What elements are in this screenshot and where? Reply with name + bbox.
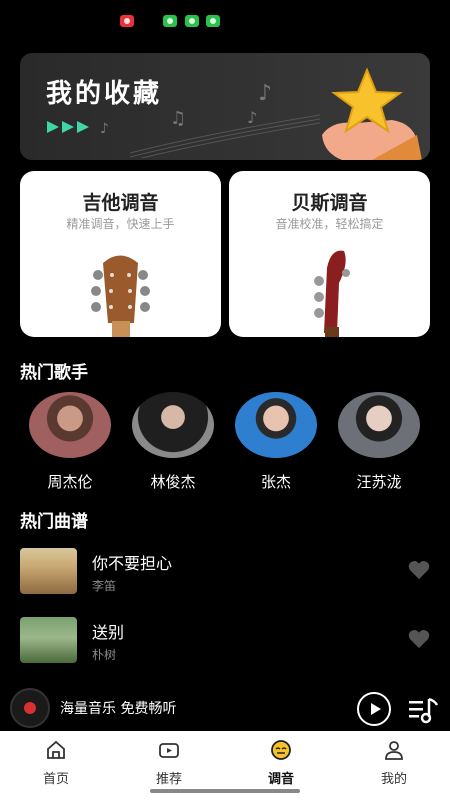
play-button[interactable] (357, 692, 391, 726)
mini-player[interactable]: 海量音乐 免费畅听 (0, 683, 450, 731)
song-item[interactable]: 你不要担心 李笛 (20, 548, 430, 598)
music-note-icon: ♪ (100, 121, 109, 137)
bass-headstock-icon (314, 250, 350, 337)
nav-home[interactable]: 首页 (16, 739, 96, 787)
playlist-icon[interactable] (407, 693, 439, 725)
artist-item[interactable]: 张杰 (234, 392, 318, 492)
artist-item[interactable]: 周杰伦 (28, 392, 112, 492)
user-icon (385, 741, 403, 760)
heart-icon[interactable] (408, 629, 430, 649)
song-cover-image (20, 548, 77, 594)
nav-mine[interactable]: 我的 (354, 739, 434, 787)
nav-recommend[interactable]: 推荐 (129, 739, 209, 787)
nav-label: 调音 (267, 772, 294, 787)
tuner-face-icon (271, 740, 291, 760)
message-notification-icon (163, 15, 177, 27)
home-indicator (150, 789, 300, 793)
avatar (338, 392, 420, 458)
nav-label: 我的 (380, 772, 407, 787)
artist-name: 汪苏泷 (356, 473, 402, 491)
favorites-title: 我的收藏 (46, 79, 163, 109)
song-item[interactable]: 送别 朴树 (20, 617, 430, 667)
music-note-icon: ♪ (247, 108, 258, 127)
player-promo-text: 海量音乐 免费畅听 (60, 701, 177, 717)
bass-tuner-card[interactable]: 贝斯调音 音准校准，轻松搞定 (229, 171, 430, 337)
arrows-icon (47, 121, 89, 133)
star-hand-icon (322, 67, 422, 160)
artist-name: 林俊杰 (150, 473, 196, 491)
avatar (235, 392, 317, 458)
bass-tuner-subtitle: 音准校准，轻松搞定 (275, 217, 384, 231)
nav-label: 首页 (42, 772, 69, 787)
status-bar (0, 0, 450, 44)
avatar (132, 392, 214, 458)
song-artist: 朴树 (92, 648, 117, 662)
guitar-tuner-title: 吉他调音 (82, 192, 159, 214)
song-title: 你不要担心 (92, 554, 173, 573)
play-icon (371, 703, 381, 715)
guitar-tuner-card[interactable]: 吉他调音 精准调音，快速上手 (20, 171, 221, 337)
guitar-headstock-icon (91, 255, 150, 337)
avatar (29, 392, 111, 458)
nav-tuner[interactable]: 调音 (241, 739, 321, 787)
video-icon (159, 743, 179, 758)
song-artist: 李笛 (92, 579, 117, 593)
song-title: 送别 (92, 623, 125, 642)
music-app-notification-icon (120, 15, 134, 27)
nav-label: 推荐 (155, 772, 182, 787)
artist-item[interactable]: 林俊杰 (131, 392, 215, 492)
song-cover-image (20, 617, 77, 663)
artist-name: 张杰 (260, 473, 291, 491)
music-staff-decoration (130, 114, 321, 158)
phone-notification-icon (185, 15, 199, 27)
bass-tuner-title: 贝斯调音 (291, 192, 368, 214)
music-note-icon: ♫ (170, 108, 187, 129)
guitar-tuner-subtitle: 精准调音，快速上手 (66, 217, 175, 231)
artist-name: 周杰伦 (47, 473, 93, 491)
popular-scores-heading: 热门曲谱 (20, 512, 88, 532)
artist-item[interactable]: 汪苏泷 (337, 392, 421, 492)
favorites-banner[interactable]: 我的收藏 ♪ ♫ ♪ ♪ (20, 53, 430, 160)
popular-artists-heading: 热门歌手 (20, 363, 88, 383)
music-note-icon: ♪ (258, 81, 273, 106)
heart-icon[interactable] (408, 560, 430, 580)
shield-notification-icon (206, 15, 220, 27)
vinyl-disc-icon (10, 688, 50, 728)
home-icon (47, 740, 65, 759)
